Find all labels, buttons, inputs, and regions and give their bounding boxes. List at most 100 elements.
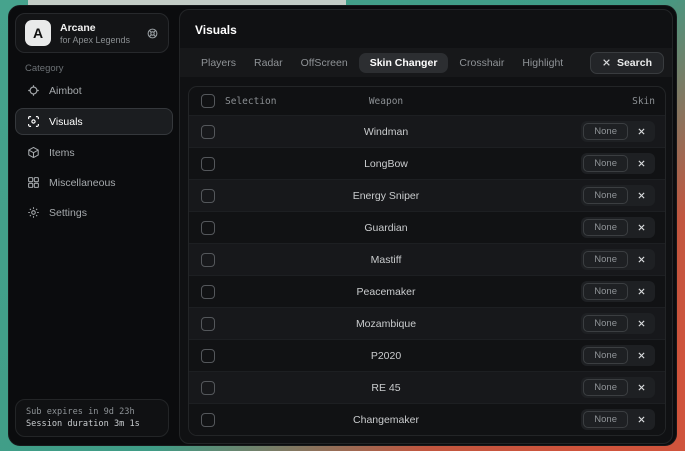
sidebar-item-label: Items	[49, 147, 75, 159]
skin-selector[interactable]: None	[581, 377, 655, 398]
tab-highlight[interactable]: Highlight	[515, 53, 570, 73]
row-checkbox[interactable]	[201, 189, 215, 203]
sidebar-item-miscellaneous[interactable]: Miscellaneous	[15, 170, 173, 195]
table-body: Windman None	[189, 115, 665, 435]
row-checkbox[interactable]	[201, 349, 215, 363]
clear-skin-icon[interactable]	[637, 191, 646, 200]
row-checkbox[interactable]	[201, 125, 215, 139]
sidebar-item-aimbot[interactable]: Aimbot	[15, 78, 173, 103]
skin-selector[interactable]: None	[581, 217, 655, 238]
table-row[interactable]: Windman None	[189, 115, 665, 147]
sidebar-item-label: Miscellaneous	[49, 177, 116, 189]
table-row[interactable]: Mozambique None	[189, 307, 665, 339]
column-header-selection: Selection	[225, 96, 276, 107]
scan-eye-icon	[27, 115, 40, 128]
page-title: Visuals	[195, 23, 237, 37]
sidebar-item-items[interactable]: Items	[15, 140, 173, 165]
skin-value-badge[interactable]: None	[583, 219, 628, 236]
clear-skin-icon[interactable]	[637, 351, 646, 360]
skin-value-badge[interactable]: None	[583, 187, 628, 204]
app-header-card: A Arcane for Apex Legends	[15, 13, 169, 53]
skin-value-badge[interactable]: None	[583, 347, 628, 364]
table-row[interactable]: LongBow None	[189, 147, 665, 179]
skin-selector[interactable]: None	[581, 249, 655, 270]
row-checkbox[interactable]	[201, 413, 215, 427]
row-checkbox[interactable]	[201, 317, 215, 331]
weapon-name: LongBow	[307, 158, 465, 170]
tab-players[interactable]: Players	[194, 53, 243, 73]
search-icon	[602, 58, 611, 67]
skin-value-badge[interactable]: None	[583, 155, 628, 172]
skin-value-badge[interactable]: None	[583, 283, 628, 300]
skin-selector[interactable]: None	[581, 345, 655, 366]
session-duration-text: Session duration 3m 1s	[26, 419, 158, 429]
clear-skin-icon[interactable]	[637, 255, 646, 264]
table-row[interactable]: Peacemaker None	[189, 275, 665, 307]
skin-selector[interactable]: None	[581, 313, 655, 334]
skin-value-badge[interactable]: None	[583, 123, 628, 140]
select-all-checkbox[interactable]	[201, 94, 215, 108]
desktop-background: A Arcane for Apex Legends Category	[0, 0, 685, 451]
clear-skin-icon[interactable]	[637, 319, 646, 328]
sidebar-item-settings[interactable]: Settings	[15, 200, 173, 225]
skin-table: Selection Weapon Skin Windman	[188, 86, 666, 436]
package-icon	[27, 146, 40, 159]
grid-icon	[27, 176, 40, 189]
sidebar-item-label: Aimbot	[49, 85, 82, 97]
row-checkbox[interactable]	[201, 157, 215, 171]
support-crosshair-icon[interactable]	[146, 27, 159, 40]
search-button-label: Search	[617, 57, 652, 69]
sub-expires-text: Sub expires in 9d 23h	[26, 407, 158, 417]
app-meta: Arcane for Apex Legends	[60, 22, 130, 45]
skin-selector[interactable]: None	[581, 153, 655, 174]
row-checkbox[interactable]	[201, 253, 215, 267]
weapon-name: Mastiff	[307, 254, 465, 266]
table-header-row: Selection Weapon Skin	[189, 87, 665, 115]
main-panel: Visuals Players Radar OffScreen Skin Cha…	[179, 9, 673, 444]
app-logo: A	[25, 20, 51, 46]
clear-skin-icon[interactable]	[637, 383, 646, 392]
subscription-card: Sub expires in 9d 23h Session duration 3…	[15, 399, 169, 437]
column-header-skin: Skin	[465, 96, 665, 107]
weapon-name: Energy Sniper	[307, 190, 465, 202]
table-row[interactable]: Changemaker None	[189, 403, 665, 435]
gear-icon	[27, 206, 40, 219]
tab-offscreen[interactable]: OffScreen	[294, 53, 355, 73]
sidebar-nav: Aimbot Visuals	[15, 78, 173, 225]
skin-value-badge[interactable]: None	[583, 251, 628, 268]
skin-value-badge[interactable]: None	[583, 411, 628, 428]
sidebar-item-visuals[interactable]: Visuals	[15, 108, 173, 135]
weapon-name: Peacemaker	[307, 286, 465, 298]
table-row[interactable]: Mastiff None	[189, 243, 665, 275]
table-row[interactable]: RE 45 None	[189, 371, 665, 403]
clear-skin-icon[interactable]	[637, 127, 646, 136]
table-row[interactable]: P2020 None	[189, 339, 665, 371]
sidebar-item-label: Visuals	[49, 116, 83, 128]
row-checkbox[interactable]	[201, 221, 215, 235]
crosshair-icon	[27, 84, 40, 97]
clear-skin-icon[interactable]	[637, 415, 646, 424]
skin-selector[interactable]: None	[581, 281, 655, 302]
skin-value-badge[interactable]: None	[583, 315, 628, 332]
clear-skin-icon[interactable]	[637, 223, 646, 232]
sidebar: A Arcane for Apex Legends Category	[9, 6, 179, 445]
search-button[interactable]: Search	[590, 52, 664, 74]
tab-radar[interactable]: Radar	[247, 53, 290, 73]
table-row[interactable]: Guardian None	[189, 211, 665, 243]
column-header-weapon: Weapon	[307, 96, 465, 107]
tab-skin-changer[interactable]: Skin Changer	[359, 53, 449, 73]
skin-selector[interactable]: None	[581, 185, 655, 206]
sidebar-item-label: Settings	[49, 207, 87, 219]
category-label: Category	[25, 63, 64, 74]
skin-value-badge[interactable]: None	[583, 379, 628, 396]
clear-skin-icon[interactable]	[637, 159, 646, 168]
table-row[interactable]: Energy Sniper None	[189, 179, 665, 211]
clear-skin-icon[interactable]	[637, 287, 646, 296]
row-checkbox[interactable]	[201, 285, 215, 299]
weapon-name: Changemaker	[307, 414, 465, 426]
skin-selector[interactable]: None	[581, 409, 655, 430]
tab-crosshair[interactable]: Crosshair	[452, 53, 511, 73]
row-checkbox[interactable]	[201, 381, 215, 395]
weapon-name: P2020	[307, 350, 465, 362]
skin-selector[interactable]: None	[581, 121, 655, 142]
